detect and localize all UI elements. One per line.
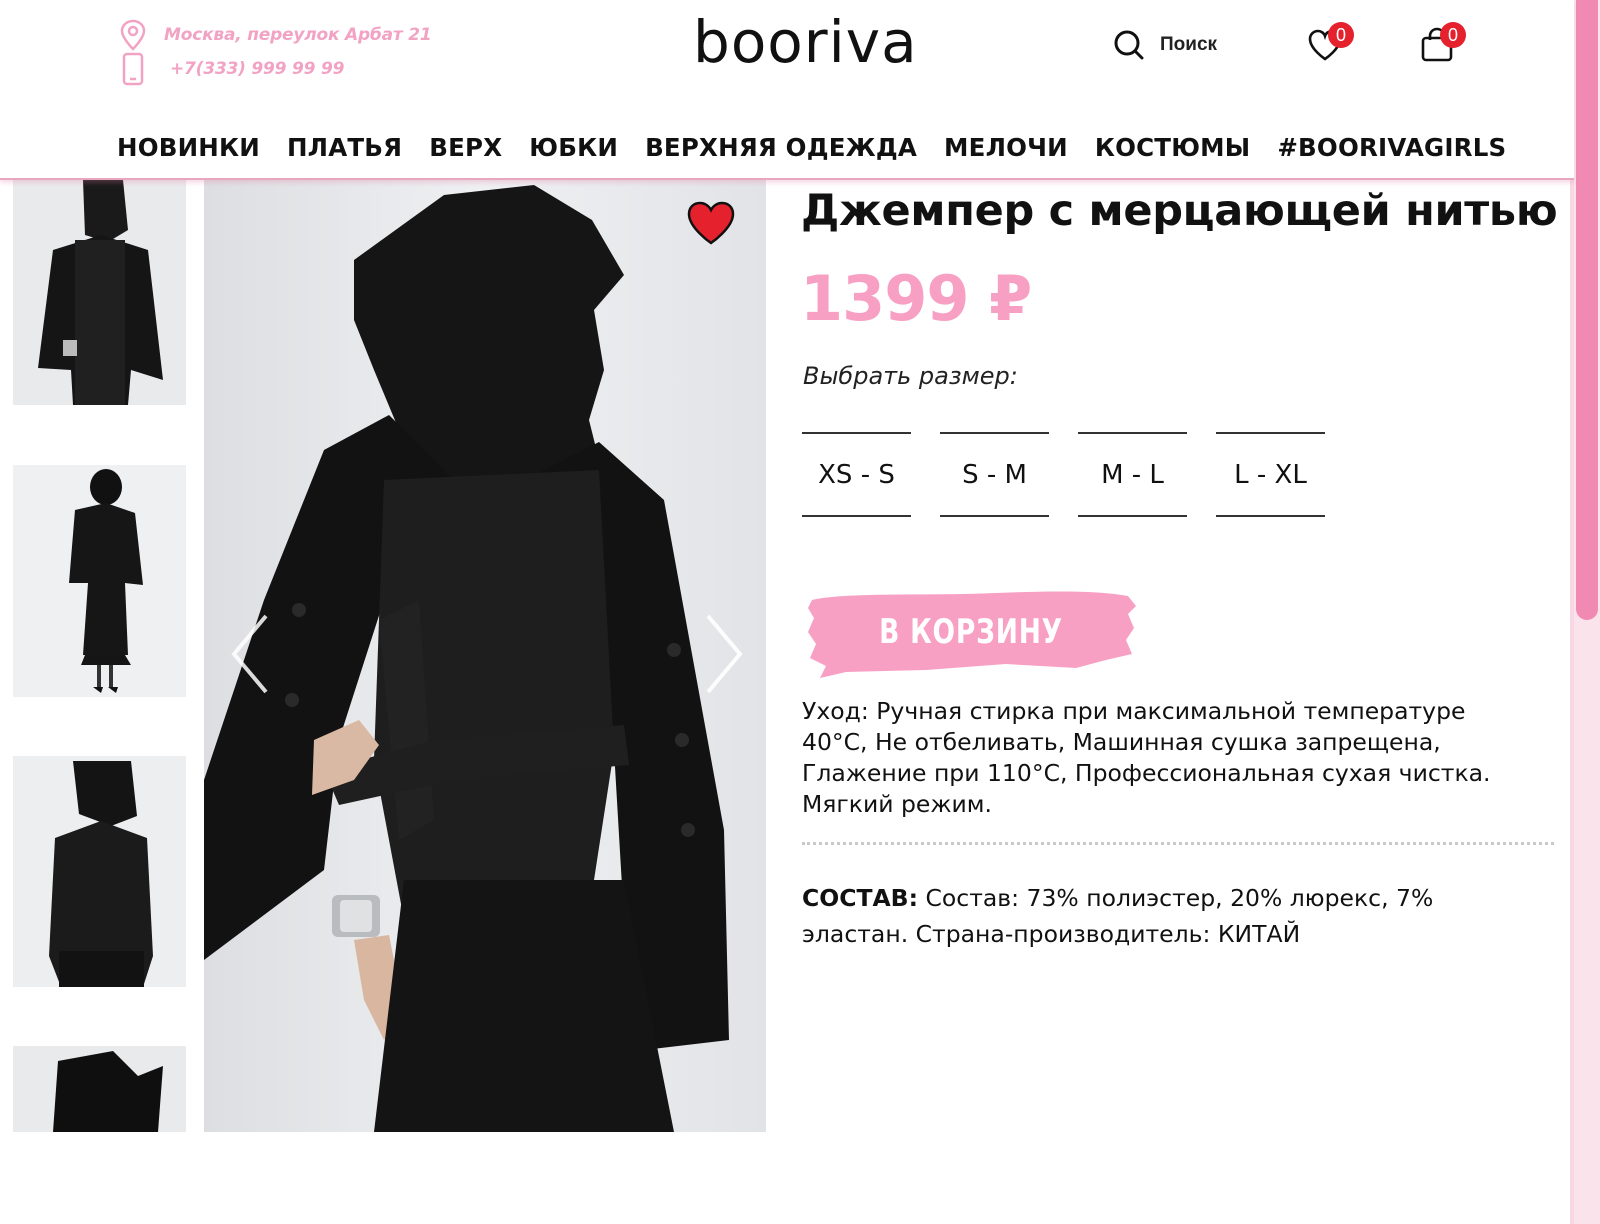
product-thumbnail-3[interactable] <box>13 756 186 987</box>
nav-item-tops[interactable]: ВЕРХ <box>429 133 502 162</box>
site-header: Москва, переулок Арбат 21 +7(333) 999 99… <box>0 0 1574 180</box>
main-navigation: НОВИНКИ ПЛАТЬЯ ВЕРХ ЮБКИ ВЕРХНЯЯ ОДЕЖДА … <box>117 133 1533 162</box>
search-label: Поиск <box>1160 34 1218 55</box>
product-main-image[interactable] <box>204 180 766 1132</box>
size-option-m-l[interactable]: M - L <box>1078 432 1187 517</box>
nav-item-new[interactable]: НОВИНКИ <box>117 133 260 162</box>
product-thumbnail-1[interactable] <box>13 180 186 405</box>
address-text: Москва, переулок Арбат 21 <box>164 25 432 45</box>
dotted-divider <box>802 842 1554 845</box>
size-label: Выбрать размер: <box>803 362 1018 390</box>
add-to-favorites-heart-icon[interactable] <box>686 200 736 246</box>
search-button[interactable]: Поиск <box>1112 28 1217 62</box>
cart-count-badge: 0 <box>1440 22 1466 48</box>
product-thumbnail-4[interactable] <box>13 1046 186 1132</box>
nav-item-boorivagirls[interactable]: #BOORIVAGIRLS <box>1277 133 1506 162</box>
favorites-button[interactable]: 0 <box>1306 22 1354 66</box>
favorites-count-badge: 0 <box>1328 22 1354 48</box>
thumbnail-image <box>13 1046 186 1132</box>
size-option-l-xl[interactable]: L - XL <box>1216 432 1325 517</box>
nav-item-accessories[interactable]: МЕЛОЧИ <box>944 133 1068 162</box>
smartphone-icon <box>122 52 144 86</box>
thumbnail-image <box>13 756 186 987</box>
phone-text: +7(333) 999 99 99 <box>170 59 345 79</box>
add-to-cart-button[interactable]: В КОРЗИНУ <box>806 588 1136 680</box>
product-title: Джемпер с мерцающей нитью <box>801 186 1558 236</box>
add-to-cart-label: В КОРЗИНУ <box>879 612 1063 652</box>
nav-item-dresses[interactable]: ПЛАТЬЯ <box>287 133 402 162</box>
composition-info: СОСТАВ: Состав: 73% полиэстер, 20% люрек… <box>802 880 1482 952</box>
next-image-arrow-icon[interactable] <box>700 612 748 696</box>
map-pin-icon <box>120 19 146 51</box>
page-scrollbar[interactable] <box>1574 0 1600 1224</box>
composition-label: СОСТАВ: <box>802 884 918 912</box>
product-price: 1399 ₽ <box>800 262 1032 335</box>
thumbnail-image <box>13 465 186 697</box>
search-icon <box>1114 30 1144 60</box>
cart-icon-button[interactable]: 0 <box>1418 22 1466 66</box>
address-row[interactable]: Москва, переулок Арбат 21 <box>118 18 432 52</box>
contact-info: Москва, переулок Арбат 21 +7(333) 999 99… <box>118 18 432 86</box>
size-selector: XS - S S - M M - L L - XL <box>802 432 1354 517</box>
scrollbar-thumb[interactable] <box>1576 0 1598 620</box>
thumbnail-image <box>13 180 186 405</box>
care-instructions: Уход: Ручная стирка при максимальной тем… <box>802 697 1491 818</box>
phone-row[interactable]: +7(333) 999 99 99 <box>118 52 432 86</box>
site-logo[interactable]: booriva <box>693 8 918 76</box>
nav-item-skirts[interactable]: ЮБКИ <box>529 133 618 162</box>
nav-item-outerwear[interactable]: ВЕРХНЯЯ ОДЕЖДА <box>645 133 917 162</box>
size-option-s-m[interactable]: S - M <box>940 432 1049 517</box>
size-option-xs-s[interactable]: XS - S <box>802 432 911 517</box>
product-thumbnail-2[interactable] <box>13 465 186 697</box>
nav-item-suits[interactable]: КОСТЮМЫ <box>1095 133 1250 162</box>
prev-image-arrow-icon[interactable] <box>226 612 274 696</box>
product-photo <box>204 180 766 1132</box>
